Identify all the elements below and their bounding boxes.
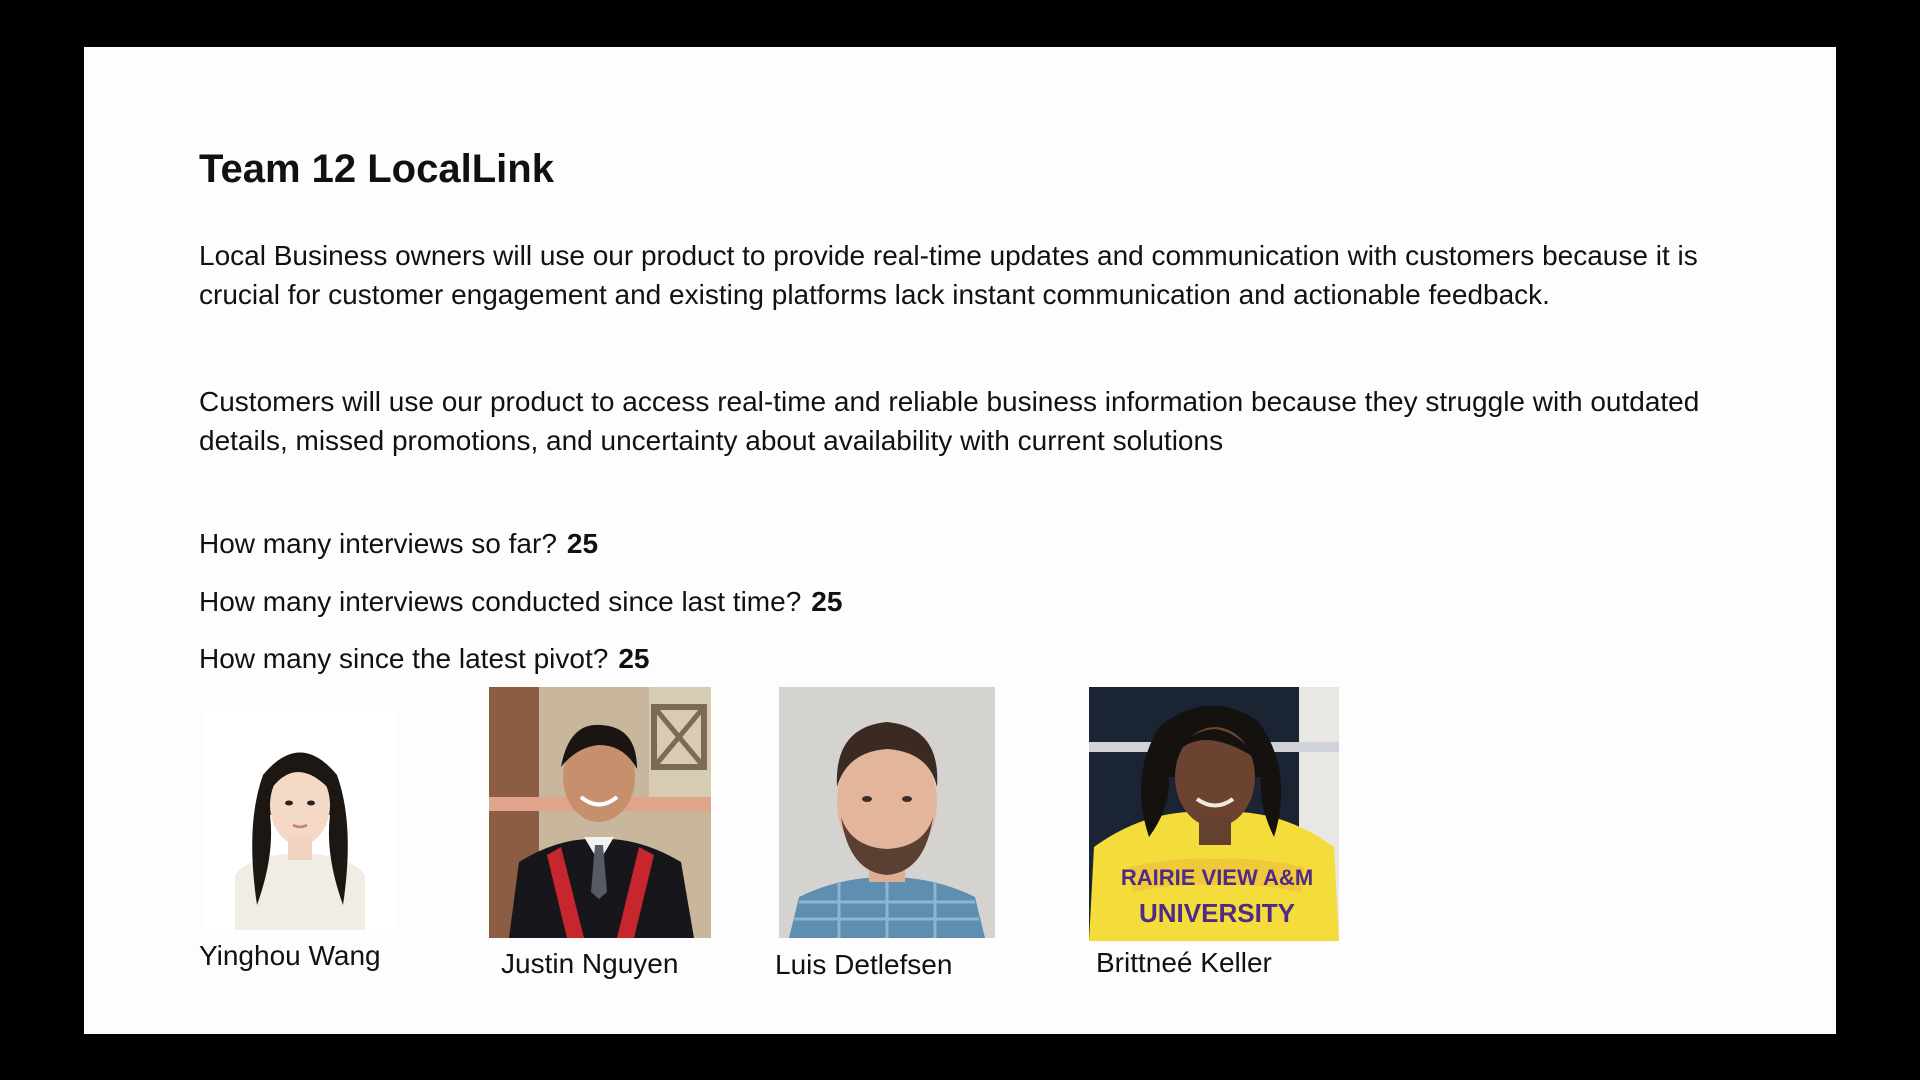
question-answer: 25 [618, 643, 650, 674]
team-member-photo [205, 705, 395, 930]
team-member-photo [779, 687, 995, 938]
question-answer: 25 [811, 586, 843, 617]
question-label: How many interviews conducted since last… [199, 586, 802, 617]
question-label: How many since the latest pivot? [199, 643, 609, 674]
question-label: How many interviews so far? [199, 528, 557, 559]
interviews-since-last-time: How many interviews conducted since last… [199, 586, 842, 618]
svg-text:UNIVERSITY: UNIVERSITY [1139, 898, 1295, 928]
team-member-name: Luis Detlefsen [775, 949, 953, 980]
slide-title: Team 12 LocalLink [199, 147, 554, 191]
presentation-slide: Team 12 LocalLink Local Business owners … [84, 47, 1836, 1034]
team-member-name: Brittneé Keller [1096, 947, 1272, 978]
team-member-photo [489, 687, 711, 938]
team-member-name: Justin Nguyen [501, 948, 679, 979]
customer-value-statement: Customers will use our product to access… [199, 386, 1700, 456]
interviews-so-far: How many interviews so far? 25 [199, 528, 598, 560]
question-answer: 25 [566, 528, 599, 559]
team-member-name: Yinghou Wang [199, 940, 381, 971]
owner-value-statement: Local Business owners will use our produ… [199, 240, 1698, 310]
interviews-since-pivot: How many since the latest pivot? 25 [199, 643, 649, 675]
team-member-photo: RAIRIE VIEW A&M UNIVERSITY [1089, 687, 1339, 941]
svg-text:RAIRIE VIEW A&M: RAIRIE VIEW A&M [1121, 865, 1313, 890]
